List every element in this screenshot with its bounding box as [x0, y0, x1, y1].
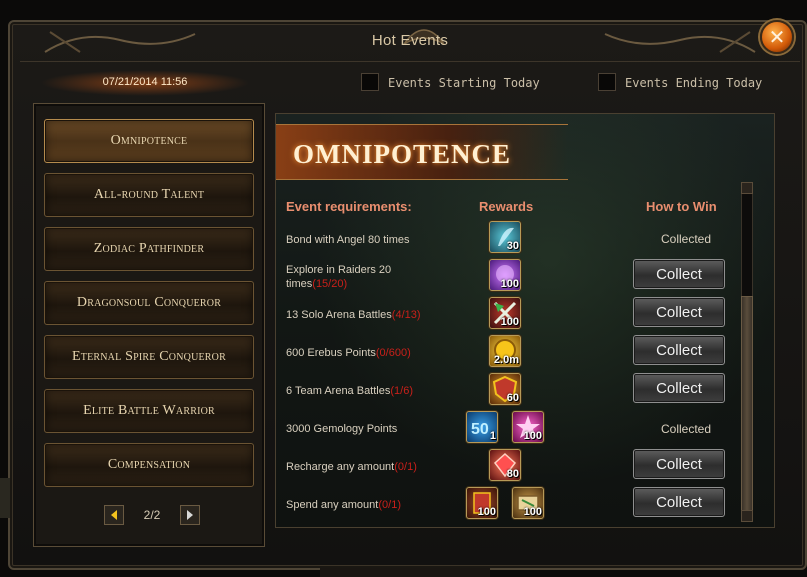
purple-orb-icon[interactable]: 100 [489, 259, 521, 291]
requirement-text: Bond with Angel 80 times [286, 234, 410, 246]
pager: 2/2 [104, 505, 200, 527]
prev-page-button[interactable] [104, 505, 124, 525]
event-banner: OMNIPOTENCE [276, 124, 568, 180]
event-label: Zodiac Pathfinder [93, 241, 205, 256]
requirement-row-3: 13 Solo Arena Battles(4/13) [286, 308, 476, 322]
scroll-up-button[interactable] [741, 182, 753, 194]
reward-quantity: 1 [489, 430, 496, 442]
date-text: 07/21/2014 11:56 [102, 76, 188, 88]
date-display: 07/21/2014 11:56 [40, 70, 250, 96]
requirement-row-7: Recharge any amount(0/1) [286, 460, 476, 474]
reward-quantity: 100 [500, 316, 519, 328]
reward-quantity: 2.0m [493, 354, 519, 366]
event-label: Compensation [107, 457, 191, 472]
event-label: Elite Battle Warrior [83, 403, 215, 418]
scrollbar-thumb[interactable] [741, 296, 753, 516]
reward-quantity: 30 [506, 240, 519, 252]
collect-label: Collect [656, 265, 702, 283]
red-gem-icon[interactable]: 80 [489, 449, 521, 481]
collect-label: Collect [656, 341, 702, 359]
collect-button[interactable]: Collect [633, 373, 725, 403]
reward-quantity: 80 [506, 468, 519, 480]
reward-quantity: 100 [500, 278, 519, 290]
close-icon: ✕ [768, 25, 786, 49]
gold-coin-icon[interactable]: 2.0m [489, 335, 521, 367]
background-ui-bar [320, 568, 490, 577]
reward-quantity: 100 [477, 506, 496, 518]
reward-quantity: 100 [523, 506, 542, 518]
collect-label: Collect [656, 493, 702, 511]
reward-quantity: 60 [506, 392, 519, 404]
requirement-text: 3000 Gemology Points [286, 423, 398, 435]
collect-button[interactable]: Collect [633, 297, 725, 327]
requirement-text: Recharge any amount [286, 461, 395, 473]
requirement-row-6: 3000 Gemology Points [286, 422, 476, 436]
angel-feather-icon[interactable]: 30 [489, 221, 521, 253]
right-ornament-icon [604, 31, 756, 53]
event-dragonsoul-conqueror-button[interactable]: Dragonsoul Conqueror [44, 281, 254, 325]
svg-text:50: 50 [471, 421, 489, 438]
event-label: Dragonsoul Conqueror [76, 295, 222, 310]
collect-label: Collect [656, 303, 702, 321]
shield-icon[interactable]: 60 [489, 373, 521, 405]
event-all-round-talent-button[interactable]: All-round Talent [44, 173, 254, 217]
events-ending-today-label: Events Ending Today [625, 76, 763, 90]
requirement-text: 13 Solo Arena Battles [286, 309, 392, 321]
events-starting-today-label: Events Starting Today [388, 76, 540, 90]
event-eternal-spire-conqueror-button[interactable]: Eternal Spire Conqueror [44, 335, 254, 379]
arrow-left-icon [111, 510, 117, 520]
event-zodiac-pathfinder-button[interactable]: Zodiac Pathfinder [44, 227, 254, 271]
requirement-text: 600 Erebus Points [286, 347, 376, 359]
map-scroll-icon[interactable]: 100 [512, 487, 544, 519]
rewards-header: Rewards [479, 199, 534, 214]
collect-button[interactable]: Collect [633, 449, 725, 479]
requirement-row-4: 600 Erebus Points(0/600) [286, 346, 476, 360]
title-bar: Hot Events [20, 22, 800, 62]
scroll-down-button[interactable] [741, 510, 753, 522]
events-ending-today-checkbox[interactable] [598, 73, 616, 91]
arrow-right-icon [187, 510, 193, 520]
requirement-progress: (4/13) [391, 309, 421, 321]
collect-label: Collect [656, 455, 702, 473]
crossed-swords-icon[interactable]: 100 [489, 297, 521, 329]
close-button[interactable]: ✕ [760, 20, 794, 54]
pink-star-icon[interactable]: 100 [512, 411, 544, 443]
event-label: Omnipotence [110, 133, 188, 148]
event-banner-title: OMNIPOTENCE [293, 139, 512, 169]
requirement-row-5: 6 Team Arena Battles(1/6) [286, 384, 476, 398]
requirement-row-8: Spend any amount(0/1) [286, 498, 476, 512]
requirement-progress: (1/6) [390, 385, 413, 397]
requirement-row-1: Bond with Angel 80 times [286, 233, 476, 247]
background-ui-fragment [0, 478, 10, 518]
requirement-progress: (0/1) [394, 461, 417, 473]
gem-badge-icon[interactable]: 50 1 [466, 411, 498, 443]
page-indicator: 2/2 [143, 508, 161, 522]
requirement-row-2: Explore in Raiders 20 times(15/20) [286, 263, 416, 291]
how-to-win-header: How to Win [646, 199, 717, 214]
event-detail-panel: OMNIPOTENCE Event requirements: Rewards … [275, 113, 775, 528]
requirement-text: 6 Team Arena Battles [286, 385, 391, 397]
event-compensation-button[interactable]: Compensation [44, 443, 254, 487]
collect-button[interactable]: Collect [633, 335, 725, 365]
collect-button[interactable]: Collect [633, 487, 725, 517]
event-elite-battle-warrior-button[interactable]: Elite Battle Warrior [44, 389, 254, 433]
requirement-text: Spend any amount [286, 499, 379, 511]
requirement-progress: (0/600) [375, 347, 411, 359]
requirement-progress: (0/1) [378, 499, 401, 511]
reward-quantity: 100 [523, 430, 542, 442]
event-list-panel: Omnipotence All-round Talent Zodiac Path… [33, 103, 265, 547]
collected-status: Collected [660, 422, 712, 436]
collect-label: Collect [656, 379, 702, 397]
event-omnipotence-button[interactable]: Omnipotence [44, 119, 254, 163]
requirement-progress: (15/20) [312, 278, 348, 290]
next-page-button[interactable] [180, 505, 200, 525]
collect-button[interactable]: Collect [633, 259, 725, 289]
event-label: All-round Talent [93, 187, 205, 202]
event-label: Eternal Spire Conqueror [72, 349, 226, 364]
scroll-book-icon[interactable]: 100 [466, 487, 498, 519]
events-starting-today-checkbox[interactable] [361, 73, 379, 91]
requirements-header: Event requirements: [286, 199, 412, 214]
collected-status: Collected [660, 232, 712, 246]
